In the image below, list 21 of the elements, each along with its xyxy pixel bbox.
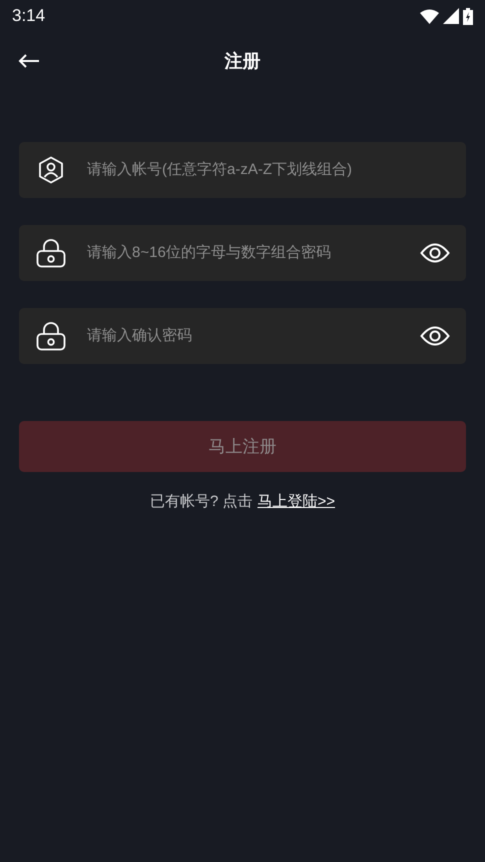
user-shield-icon <box>38 156 64 184</box>
eye-icon <box>420 242 450 264</box>
login-prompt: 已有帐号? 点击 <box>150 492 252 512</box>
password-input[interactable]: 请输入确认密码 <box>87 324 420 348</box>
status-time: 3:14 <box>12 5 46 28</box>
battery-icon <box>463 8 473 24</box>
password-field[interactable]: 请输入确认密码 <box>19 308 466 364</box>
page-title: 注册 <box>224 50 260 72</box>
show-password-button[interactable] <box>420 325 450 347</box>
password-input[interactable]: 请输入8~16位的字母与数字组合密码 <box>87 242 420 264</box>
eye-icon <box>420 325 450 347</box>
signal-icon <box>443 8 459 24</box>
lock-icon <box>36 321 66 351</box>
wifi-icon <box>420 8 439 24</box>
account-input[interactable]: 请输入帐号(任意字符a-zA-Z下划线组合) <box>87 158 450 182</box>
login-link[interactable]: 马上登陆>> <box>257 491 336 514</box>
password-field[interactable]: 请输入8~16位的字母与数字组合密码 <box>19 225 466 281</box>
lock-icon <box>36 238 66 268</box>
account-field[interactable]: 请输入帐号(任意字符a-zA-Z下划线组合) <box>19 142 466 198</box>
show-password-button[interactable] <box>420 242 450 264</box>
back-arrow-icon <box>18 53 40 69</box>
